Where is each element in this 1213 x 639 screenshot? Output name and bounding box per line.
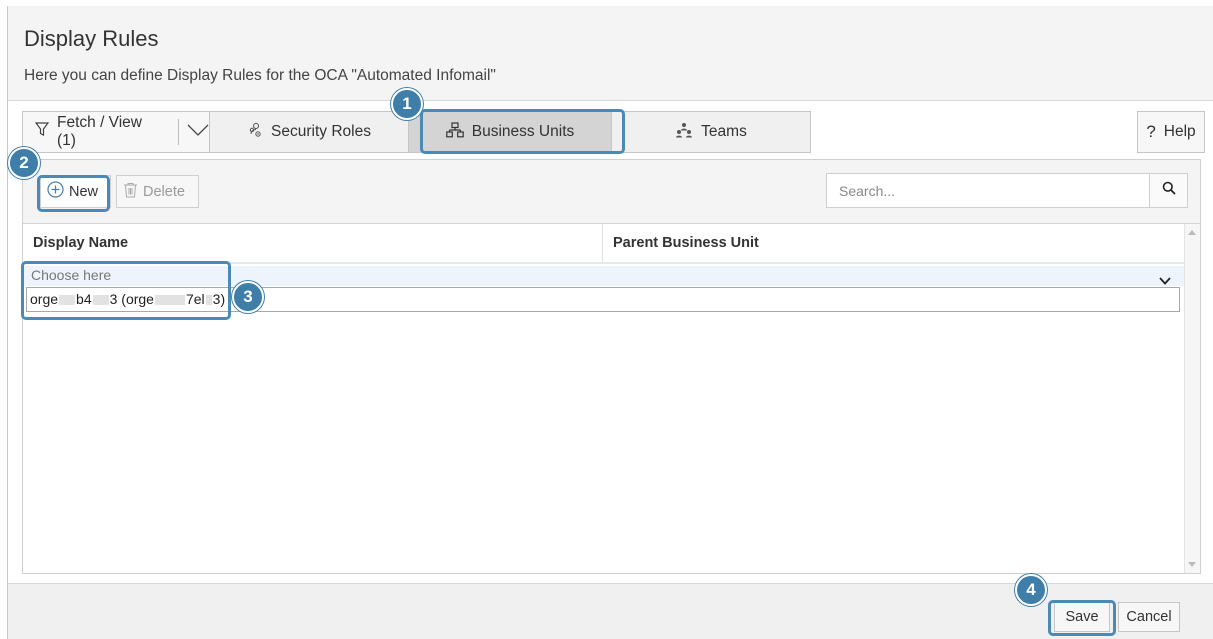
option-text-part: 3 (orge: [109, 291, 154, 307]
dropdown-option[interactable]: orge b4 3 (orge 7el 3): [26, 287, 1180, 312]
scroll-down-arrow-icon[interactable]: [1188, 562, 1196, 567]
column-header-parent-business-unit[interactable]: Parent Business Unit: [603, 224, 1184, 262]
tab-business-units[interactable]: Business Units: [408, 111, 612, 153]
help-button[interactable]: ? Help: [1137, 111, 1205, 153]
page-title: Display Rules: [24, 26, 159, 51]
chevron-down-icon[interactable]: [187, 123, 209, 141]
table-header: Display Name Parent Business Unit: [23, 224, 1184, 264]
callout-badge-3: 3: [232, 281, 264, 313]
callout-badge-4: 4: [1015, 574, 1047, 606]
tab-bar: Fetch / View (1) Security Roles Business…: [22, 111, 811, 153]
tab-security-roles-label: Security Roles: [271, 123, 371, 140]
main-panel: Fetch / View (1) Security Roles Business…: [8, 100, 1213, 583]
choose-dropdown-placeholder[interactable]: Choose here: [31, 267, 111, 283]
tab-teams[interactable]: Teams: [611, 111, 811, 153]
search-icon: [1162, 181, 1176, 200]
tab-fetch-view[interactable]: Fetch / View (1): [22, 111, 210, 153]
search-button[interactable]: [1149, 174, 1187, 207]
security-roles-icon: [247, 122, 263, 143]
edit-row[interactable]: [23, 266, 1184, 286]
redaction-mark: [205, 295, 212, 306]
scroll-up-arrow-icon[interactable]: [1188, 230, 1196, 235]
new-label: New: [69, 183, 99, 200]
trash-icon: [123, 182, 138, 202]
filter-icon: [34, 122, 50, 142]
tab-security-roles[interactable]: Security Roles: [209, 111, 409, 153]
delete-label: Delete: [143, 183, 185, 200]
dialog-header: Display Rules Here you can define Displa…: [8, 6, 1213, 100]
question-icon: ?: [1146, 122, 1156, 141]
redaction-mark: [92, 295, 109, 306]
page-subtitle: Here you can define Display Rules for th…: [24, 67, 496, 84]
save-button[interactable]: Save: [1054, 602, 1110, 632]
callout-badge-1: 1: [391, 88, 423, 120]
redaction-mark: [154, 295, 185, 306]
grid-toolbar: New Delete: [23, 160, 1200, 224]
business-units-grid: New Delete Di: [22, 159, 1201, 574]
option-text-part: b4: [76, 291, 92, 307]
vertical-scrollbar[interactable]: [1184, 224, 1200, 573]
column-header-display-name[interactable]: Display Name: [23, 224, 603, 262]
cancel-button[interactable]: Cancel: [1118, 602, 1180, 632]
search-box: [826, 173, 1188, 208]
teams-icon: [675, 122, 693, 143]
tab-separator: [178, 119, 179, 145]
option-text-part: 7el: [185, 291, 205, 307]
display-rules-dialog: Display Rules Here you can define Displa…: [7, 6, 1213, 639]
redaction-mark: [59, 295, 76, 306]
tab-teams-label: Teams: [701, 123, 747, 140]
hierarchy-icon: [445, 121, 464, 143]
search-input[interactable]: [827, 174, 1149, 207]
option-text-part: orge: [30, 291, 59, 307]
help-label: Help: [1163, 123, 1196, 140]
plus-circle-icon: [47, 181, 64, 202]
option-text-part: 3): [212, 291, 226, 307]
tab-fetch-view-label: Fetch / View (1): [57, 114, 143, 149]
tab-business-units-label: Business Units: [471, 123, 575, 140]
new-button[interactable]: New: [40, 175, 111, 208]
delete-button[interactable]: Delete: [116, 175, 199, 208]
callout-badge-2: 2: [8, 147, 40, 179]
